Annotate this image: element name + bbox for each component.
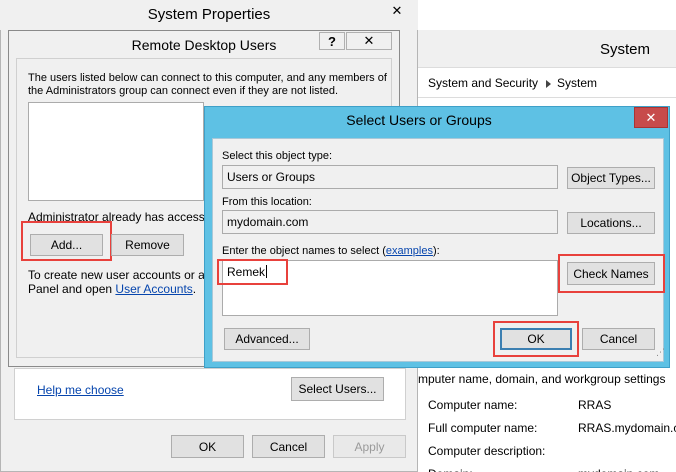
location-value: mydomain.com xyxy=(227,215,309,229)
object-types-label: Object Types... xyxy=(571,171,651,185)
cancel-label: Cancel xyxy=(269,439,308,454)
footer-period: . xyxy=(192,282,197,296)
check-names-button[interactable]: Check Names xyxy=(567,262,655,285)
examples-link[interactable]: examples xyxy=(386,245,433,257)
system-properties-titlebar: System Properties ✕ xyxy=(0,0,418,30)
close-icon: ✕ xyxy=(363,33,375,48)
apply-label: Apply xyxy=(354,439,385,454)
select-users-label: Select Users... xyxy=(298,382,377,396)
location-label: From this location: xyxy=(222,196,312,208)
object-names-label-suffix: ): xyxy=(432,245,440,257)
resize-grip-icon[interactable]: ⋰ xyxy=(656,348,666,360)
system-properties-apply-button[interactable]: Apply xyxy=(333,435,406,458)
users-list-box[interactable] xyxy=(28,102,204,201)
system-properties-title: System Properties xyxy=(147,6,271,23)
info-label-computer-description: Computer description: xyxy=(428,444,546,458)
remote-desktop-users-close-button[interactable]: ✕ xyxy=(346,32,392,50)
footer-text-prefix: Panel and open xyxy=(28,282,113,296)
add-label: Add... xyxy=(50,238,83,252)
select-users-button[interactable]: Select Users... xyxy=(291,377,384,401)
advanced-button[interactable]: Advanced... xyxy=(224,328,310,350)
breadcrumb-separator-icon xyxy=(546,79,552,88)
object-type-field: Users or Groups xyxy=(222,165,558,189)
footer-text-line-1: To create new user accounts or add xyxy=(28,268,219,282)
breadcrumb-item-system[interactable]: System xyxy=(557,76,597,90)
info-value-domain: mydomain.com xyxy=(578,467,659,472)
text-cursor xyxy=(266,265,268,278)
select-users-ok-button[interactable]: OK xyxy=(500,328,572,350)
locations-label: Locations... xyxy=(580,216,642,230)
remove-label: Remove xyxy=(125,238,170,252)
info-value-computer-name: RRAS xyxy=(578,398,612,412)
address-bar[interactable]: System and Security System xyxy=(418,68,676,98)
object-names-value: Remek xyxy=(227,265,266,279)
object-types-button[interactable]: Object Types... xyxy=(567,167,655,189)
remote-desktop-users-help-button[interactable]: ? xyxy=(319,32,345,50)
object-names-label: Enter the object names to select (exampl… xyxy=(222,245,440,257)
system-properties-ok-button[interactable]: OK xyxy=(171,435,244,458)
system-properties-close-button[interactable]: ✕ xyxy=(381,1,413,21)
help-me-choose-link[interactable]: Help me choose xyxy=(37,383,124,397)
section-heading: mputer name, domain, and workgroup setti… xyxy=(418,372,666,386)
check-names-label: Check Names xyxy=(573,266,649,281)
close-icon: ✕ xyxy=(645,109,657,125)
ok-label: OK xyxy=(198,439,217,454)
info-value-full-computer-name: RRAS.mydomain.co xyxy=(578,421,676,435)
system-window-title: System xyxy=(599,41,650,58)
close-icon: ✕ xyxy=(391,3,403,18)
breadcrumb: System and Security System xyxy=(428,76,597,90)
help-icon: ? xyxy=(328,33,336,49)
info-label-domain: Domain: xyxy=(428,467,473,472)
object-names-input[interactable]: Remek xyxy=(222,260,558,316)
object-type-value: Users or Groups xyxy=(227,170,316,184)
user-accounts-link[interactable]: User Accounts xyxy=(115,282,192,296)
select-users-title: Select Users or Groups xyxy=(346,112,492,128)
locations-button[interactable]: Locations... xyxy=(567,212,655,234)
select-users-close-button[interactable]: ✕ xyxy=(634,107,668,128)
system-properties-cancel-button[interactable]: Cancel xyxy=(252,435,325,458)
object-type-label: Select this object type: xyxy=(222,150,333,162)
select-users-cancel-button[interactable]: Cancel xyxy=(582,328,655,350)
remote-desktop-users-intro: The users listed below can connect to th… xyxy=(28,72,387,97)
cancel-label: Cancel xyxy=(599,332,638,346)
advanced-label: Advanced... xyxy=(235,332,299,346)
footer-text-line-2: Panel and open User Accounts. xyxy=(28,282,196,296)
info-label-computer-name: Computer name: xyxy=(428,398,518,412)
add-button[interactable]: Add... xyxy=(30,234,103,256)
location-field: mydomain.com xyxy=(222,210,558,234)
remove-button[interactable]: Remove xyxy=(111,234,184,256)
status-text: Administrator already has access. xyxy=(28,210,209,224)
info-label-full-computer-name: Full computer name: xyxy=(428,421,538,435)
object-names-label-prefix: Enter the object names to select ( xyxy=(222,245,386,257)
ok-label: OK xyxy=(527,332,545,346)
breadcrumb-item-system-and-security[interactable]: System and Security xyxy=(428,76,538,90)
